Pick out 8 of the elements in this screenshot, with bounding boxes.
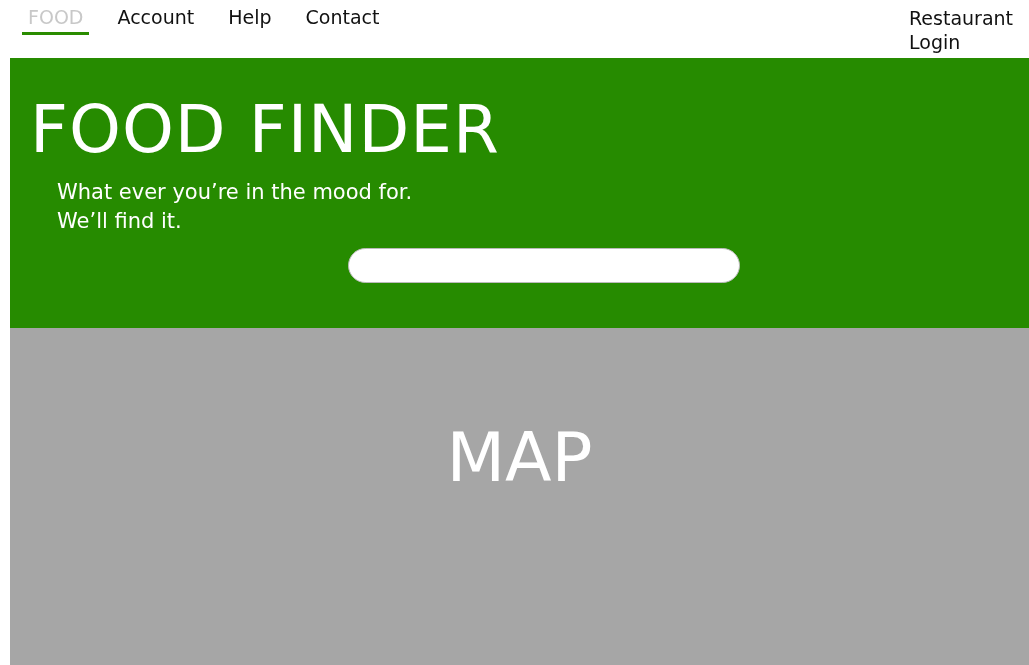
nav-tab[interactable]: Contact <box>299 6 386 35</box>
hero-title: FOOD FINDER <box>30 94 501 166</box>
nav-tab[interactable]: Account <box>111 6 201 35</box>
map-label: MAP <box>446 418 593 498</box>
hero-tagline: What ever you’re in the mood for. We’ll find it. <box>57 179 414 235</box>
search-field[interactable] <box>348 248 740 283</box>
login-link[interactable]: Restaurant Login <box>909 0 1021 54</box>
nav-tab[interactable]: Help <box>222 6 278 35</box>
